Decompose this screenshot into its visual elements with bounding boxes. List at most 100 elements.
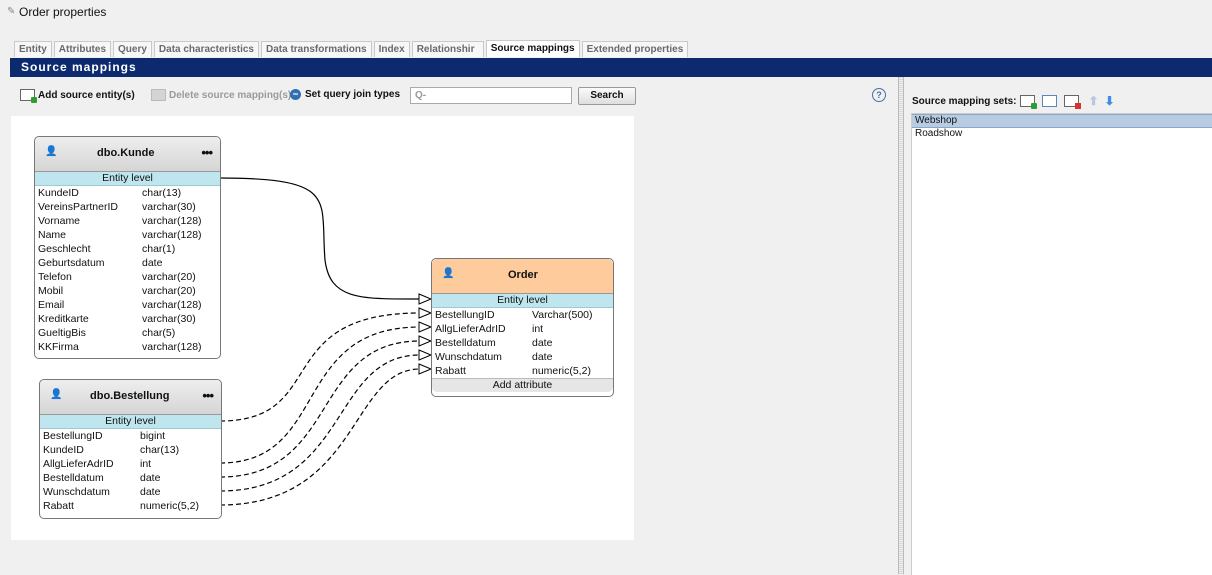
entity-person-icon: 👤 [442,268,455,279]
attribute-type: date [142,257,163,269]
attribute-type: varchar(30) [142,313,196,325]
tab-data-transformations[interactable]: Data transformations [260,41,372,57]
add-attribute-button[interactable]: Add attribute [432,378,613,392]
attribute-row[interactable]: VereinsPartnerID varchar(30) [35,200,220,214]
add-source-label: Add source entity(s) [38,89,135,101]
entity-name: Order [508,269,538,281]
section-header: Source mappings [10,58,1212,77]
tab-relationships[interactable]: Relationshir [411,41,484,57]
entity-name: dbo.Kunde [97,147,155,159]
attribute-row[interactable]: AllgLieferAdrID int [40,457,221,471]
attribute-row[interactable]: Wunschdatum date [40,485,221,499]
tab-entity[interactable]: Entity [14,41,52,57]
attribute-row[interactable]: Rabatt numeric(5,2) [40,499,221,513]
attribute-name: Vorname [38,215,81,227]
attribute-row[interactable]: Wunschdatum date [432,350,613,364]
tab-query[interactable]: Query [113,41,152,57]
attribute-type: varchar(30) [142,201,196,213]
help-icon[interactable]: ? [872,88,886,102]
add-entity-icon [20,89,37,103]
entity-name: dbo.Bestellung [90,390,170,402]
move-up-icon[interactable]: ⬆ [1088,94,1098,108]
attribute-name: KKFirma [38,341,79,353]
attribute-name: Name [38,229,67,241]
attribute-row[interactable]: KKFirma varchar(128) [35,340,220,354]
delete-set-icon[interactable] [1064,95,1082,109]
attribute-row[interactable]: Mobil varchar(20) [35,284,220,298]
attribute-row[interactable]: AllgLieferAdrID int [432,322,613,336]
attribute-row[interactable]: Email varchar(128) [35,298,220,312]
attribute-row[interactable]: BestellungID bigint [40,429,221,443]
entity-level-row[interactable]: Entity level [35,172,220,186]
attribute-type: bigint [140,430,166,442]
mapping-set-item-webshop[interactable]: Webshop [912,114,1212,128]
attribute-row[interactable]: Geburtsdatum date [35,256,220,270]
attribute-type: date [140,486,161,498]
delete-source-mapping-button[interactable]: Delete source mapping(s) [151,89,291,101]
attribute-type: varchar(128) [142,299,202,311]
window-title: Order properties [19,5,107,19]
attribute-row[interactable]: Bestelldatum date [40,471,221,485]
attribute-type: char(5) [142,327,176,339]
tab-data-characteristics[interactable]: Data characteristics [153,41,259,57]
attribute-name: Geschlecht [38,243,91,255]
window-title-bar: ✎ Order properties [0,0,1212,26]
attribute-row[interactable]: KundeID char(13) [40,443,221,457]
attribute-type: varchar(128) [142,229,202,241]
attribute-row[interactable]: Kreditkarte varchar(30) [35,312,220,326]
sets-label: Source mapping sets: [912,95,1017,107]
attribute-name: Email [38,299,65,311]
add-source-entity-button[interactable]: Add source entity(s) [20,89,135,103]
set-query-join-types-button[interactable]: ∞ Set query join types [290,89,400,100]
attribute-name: KundeID [43,444,84,456]
add-set-icon[interactable] [1020,95,1038,109]
section-title: Source mappings [21,60,137,74]
attribute-row[interactable]: Vorname varchar(128) [35,214,220,228]
attribute-row[interactable]: Name varchar(128) [35,228,220,242]
attribute-row[interactable]: Bestelldatum date [432,336,613,350]
entity-level-row[interactable]: Entity level [40,415,221,429]
mapping-toolbar: Add source entity(s) Delete source mappi… [10,85,890,107]
attribute-name: VereinsPartnerID [38,201,118,213]
tab-index[interactable]: Index [373,41,410,57]
attribute-row[interactable]: Rabatt numeric(5,2) [432,364,613,378]
attribute-type: date [532,337,553,349]
search-input[interactable]: Q- [410,87,572,104]
attribute-name: Bestelldatum [43,472,104,484]
move-down-icon[interactable]: ⬇ [1105,94,1115,108]
delete-mapping-label: Delete source mapping(s) [169,89,292,101]
attribute-name: Mobil [38,285,64,297]
attribute-name: Rabatt [435,365,466,377]
attribute-name: AllgLieferAdrID [43,458,114,470]
entity-level-row[interactable]: Entity level [432,294,613,308]
attribute-name: AllgLieferAdrID [435,323,506,335]
entity-header[interactable]: 👤 dbo.Kunde ••• [35,137,220,172]
attribute-type: date [140,472,161,484]
attribute-type: int [532,323,544,335]
entity-header[interactable]: 👤 dbo.Bestellung ••• [40,380,221,415]
search-button[interactable]: Search [578,87,636,105]
entity-header[interactable]: 👤 Order [432,259,613,294]
edit-set-icon[interactable] [1042,95,1058,107]
target-entity-order[interactable]: 👤 Order Entity level BestellungID Varchar… [431,258,614,397]
attribute-row[interactable]: GueltigBis char(5) [35,326,220,340]
entity-menu-button[interactable]: ••• [202,388,214,403]
entity-menu-button[interactable]: ••• [201,145,213,160]
attribute-type: varchar(128) [142,341,202,353]
tab-extended-properties[interactable]: Extended properties [581,41,689,57]
attribute-type: numeric(5,2) [140,500,199,512]
attribute-row[interactable]: Telefon varchar(20) [35,270,220,284]
attribute-row[interactable]: Geschlecht char(1) [35,242,220,256]
attribute-row[interactable]: BestellungID Varchar(500) [432,308,613,322]
mapping-set-item-roadshow[interactable]: Roadshow [912,128,1212,140]
attribute-name: Wunschdatum [43,486,110,498]
attribute-name: BestellungID [43,430,103,442]
source-entity-bestellung[interactable]: 👤 dbo.Bestellung ••• Entity level Bestel… [39,379,222,519]
tab-source-mappings[interactable]: Source mappings [485,40,580,57]
tab-strip: Entity Attributes Query Data characteris… [14,40,690,57]
attribute-row[interactable]: KundeID char(13) [35,186,220,200]
attribute-type: char(1) [142,243,176,255]
tab-attributes[interactable]: Attributes [53,41,112,57]
source-entity-kunde[interactable]: 👤 dbo.Kunde ••• Entity level KundeID char… [34,136,221,359]
window-app-icon: ✎ [7,6,16,17]
